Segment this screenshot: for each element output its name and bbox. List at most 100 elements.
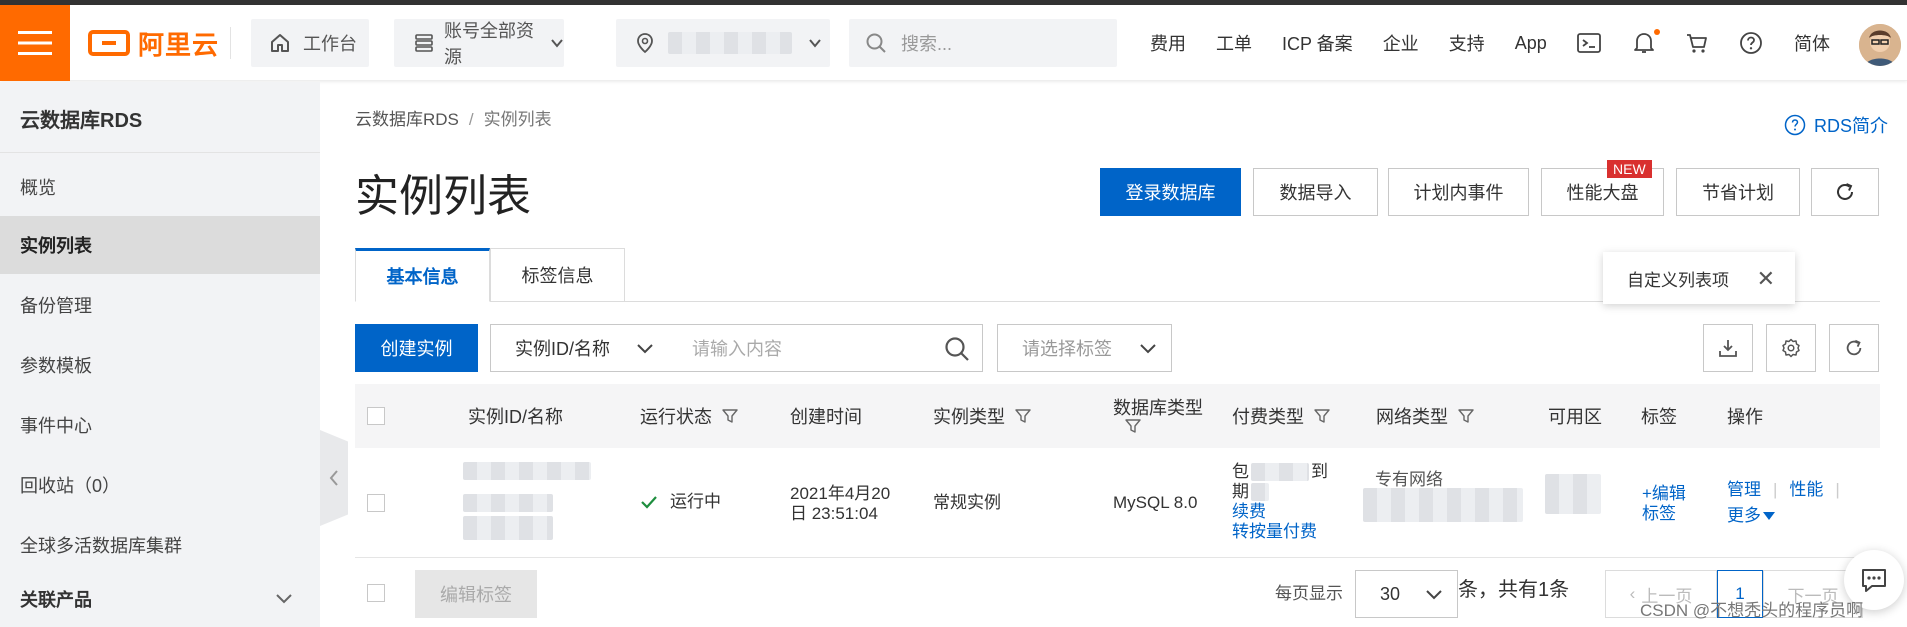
created-time: 2021年4月20日 23:51:04: [790, 484, 891, 523]
nav-app[interactable]: App: [1515, 33, 1547, 54]
convert-billing-link[interactable]: 转按量付费: [1232, 522, 1350, 542]
home-icon: [271, 34, 289, 52]
nav-support[interactable]: 支持: [1449, 30, 1485, 56]
watermark-text: CSDN @不想秃头的程序员啊: [1640, 601, 1864, 620]
gear-icon: [1782, 338, 1800, 358]
sidebar-section-label: 关联产品: [20, 590, 92, 610]
billing-line: 包 到: [1232, 462, 1350, 482]
nav-tickets[interactable]: 工单: [1216, 30, 1252, 56]
tab-tag-info[interactable]: 标签信息: [490, 248, 625, 302]
batch-edit-tags-button[interactable]: 编辑标签: [415, 570, 537, 618]
notifications-button[interactable]: [1630, 29, 1660, 57]
billing-cell: 包 到 期 续费 转按量付费: [1232, 462, 1350, 542]
tag-select[interactable]: 请选择标签: [997, 324, 1172, 372]
manage-link[interactable]: 管理: [1727, 480, 1761, 500]
create-instance-button[interactable]: 创建实例: [355, 324, 478, 372]
column-header-db-type-label: 数据库类型: [1113, 398, 1203, 418]
performance-link[interactable]: 性能: [1789, 480, 1823, 500]
nav-icp[interactable]: ICP 备案: [1282, 30, 1353, 56]
custom-columns-tooltip-text: 自定义列表项: [1627, 270, 1729, 290]
sidebar-item-instance-list[interactable]: 实例列表: [0, 216, 320, 274]
instance-type: 常规实例: [933, 493, 1001, 512]
menu-button[interactable]: [0, 5, 70, 81]
column-header-billing[interactable]: 付费类型: [1232, 384, 1330, 448]
status-text: 运行中: [670, 492, 721, 511]
refresh-page-button[interactable]: [1811, 168, 1879, 216]
export-button[interactable]: [1703, 324, 1753, 372]
sidebar-item-global-active-db[interactable]: 全球多活数据库集群: [0, 516, 320, 574]
cart-icon: [1687, 34, 1707, 53]
bell-icon: [1634, 33, 1654, 53]
cart-button[interactable]: [1683, 29, 1711, 57]
savings-plan-button[interactable]: 节省计划: [1676, 168, 1800, 216]
sidebar-collapse-handle[interactable]: [320, 430, 348, 526]
renew-link[interactable]: 续费: [1232, 502, 1350, 522]
more-actions-dropdown[interactable]: 更多: [1727, 506, 1775, 526]
new-badge: NEW: [1607, 160, 1652, 178]
help-button[interactable]: [1737, 29, 1765, 57]
filter-icon[interactable]: [722, 408, 738, 424]
global-search-input[interactable]: 搜索...: [849, 19, 1117, 67]
action-separator: |: [1773, 480, 1778, 499]
region-selector[interactable]: [616, 19, 830, 67]
sidebar-item-parameter-templates[interactable]: 参数模板: [0, 336, 320, 394]
column-header-status[interactable]: 运行状态: [640, 384, 738, 448]
redacted-block: [463, 462, 591, 480]
data-import-button[interactable]: 数据导入: [1253, 168, 1378, 216]
login-database-button[interactable]: 登录数据库: [1100, 168, 1241, 216]
rds-intro-label: RDS简介: [1814, 116, 1889, 136]
sidebar-item-recycle-bin[interactable]: 回收站（0）: [0, 456, 320, 514]
tag-select-placeholder: 请选择标签: [1022, 339, 1112, 359]
rds-intro-link[interactable]: RDS简介: [1784, 112, 1888, 138]
divider: [230, 27, 231, 59]
nav-billing[interactable]: 费用: [1150, 30, 1186, 56]
column-header-created: 创建时间: [790, 407, 862, 427]
instance-id-redacted[interactable]: [463, 462, 591, 540]
user-avatar[interactable]: [1859, 24, 1901, 66]
filter-icon[interactable]: [1125, 418, 1141, 434]
aliyun-logo-text: 阿里云: [138, 29, 220, 60]
column-header-db-type[interactable]: 数据库类型: [1113, 384, 1203, 448]
db-type: MySQL 8.0: [1113, 493, 1198, 512]
search-field-select-value: 实例ID/名称: [515, 339, 611, 359]
filter-icon[interactable]: [1314, 408, 1330, 424]
breadcrumb-root[interactable]: 云数据库RDS: [355, 110, 459, 129]
row-checkbox[interactable]: [367, 494, 385, 512]
custom-columns-tooltip: 自定义列表项 ✕: [1603, 252, 1795, 304]
aliyun-logo[interactable]: 阿里云: [88, 25, 219, 61]
cloud-shell-button[interactable]: [1575, 29, 1603, 57]
column-header-instance-type[interactable]: 实例类型: [933, 384, 1031, 448]
region-name-redacted: [668, 32, 792, 54]
instance-search-input[interactable]: 请输入内容: [668, 324, 983, 372]
filter-icon[interactable]: [1015, 408, 1031, 424]
language-switch[interactable]: 简体: [1794, 5, 1830, 81]
column-header-network[interactable]: 网络类型: [1376, 384, 1474, 448]
sidebar-section-related-products[interactable]: 关联产品: [20, 586, 92, 612]
sidebar-item-event-center[interactable]: 事件中心: [0, 396, 320, 454]
edit-tags-link[interactable]: +编辑标签: [1642, 484, 1698, 524]
footer-select-all-checkbox[interactable]: [367, 584, 385, 602]
sidebar: 云数据库RDS 概览 实例列表 备份管理 参数模板 事件中心 回收站（0） 全球…: [0, 82, 320, 627]
download-icon: [1719, 340, 1737, 357]
top-nav-links: 费用 工单 ICP 备案 企业 支持 App: [1150, 5, 1547, 81]
chevron-down-icon: [1426, 590, 1442, 600]
resource-scope-dropdown[interactable]: 账号全部资源: [394, 19, 564, 67]
refresh-list-button[interactable]: [1829, 324, 1879, 372]
close-icon[interactable]: ✕: [1757, 266, 1775, 292]
sidebar-item-backup[interactable]: 备份管理: [0, 276, 320, 334]
network-cell: 专有网络: [1363, 470, 1523, 530]
select-all-checkbox[interactable]: [367, 407, 385, 425]
column-header-instance-id: 实例ID/名称: [468, 407, 564, 427]
search-icon[interactable]: [944, 336, 970, 362]
workbench-button[interactable]: 工作台: [251, 19, 369, 67]
sidebar-item-overview[interactable]: 概览: [0, 158, 320, 216]
chevron-down-icon[interactable]: [275, 592, 293, 606]
page-size-select[interactable]: 30: [1355, 570, 1458, 618]
nav-enterprise[interactable]: 企业: [1383, 30, 1419, 56]
filter-icon[interactable]: [1458, 408, 1474, 424]
tab-basic-info[interactable]: 基本信息: [355, 248, 490, 302]
column-settings-button[interactable]: [1766, 324, 1816, 372]
scheduled-events-button[interactable]: 计划内事件: [1388, 168, 1529, 216]
search-field-select[interactable]: 实例ID/名称: [490, 324, 669, 372]
redacted-block: [1251, 463, 1309, 481]
